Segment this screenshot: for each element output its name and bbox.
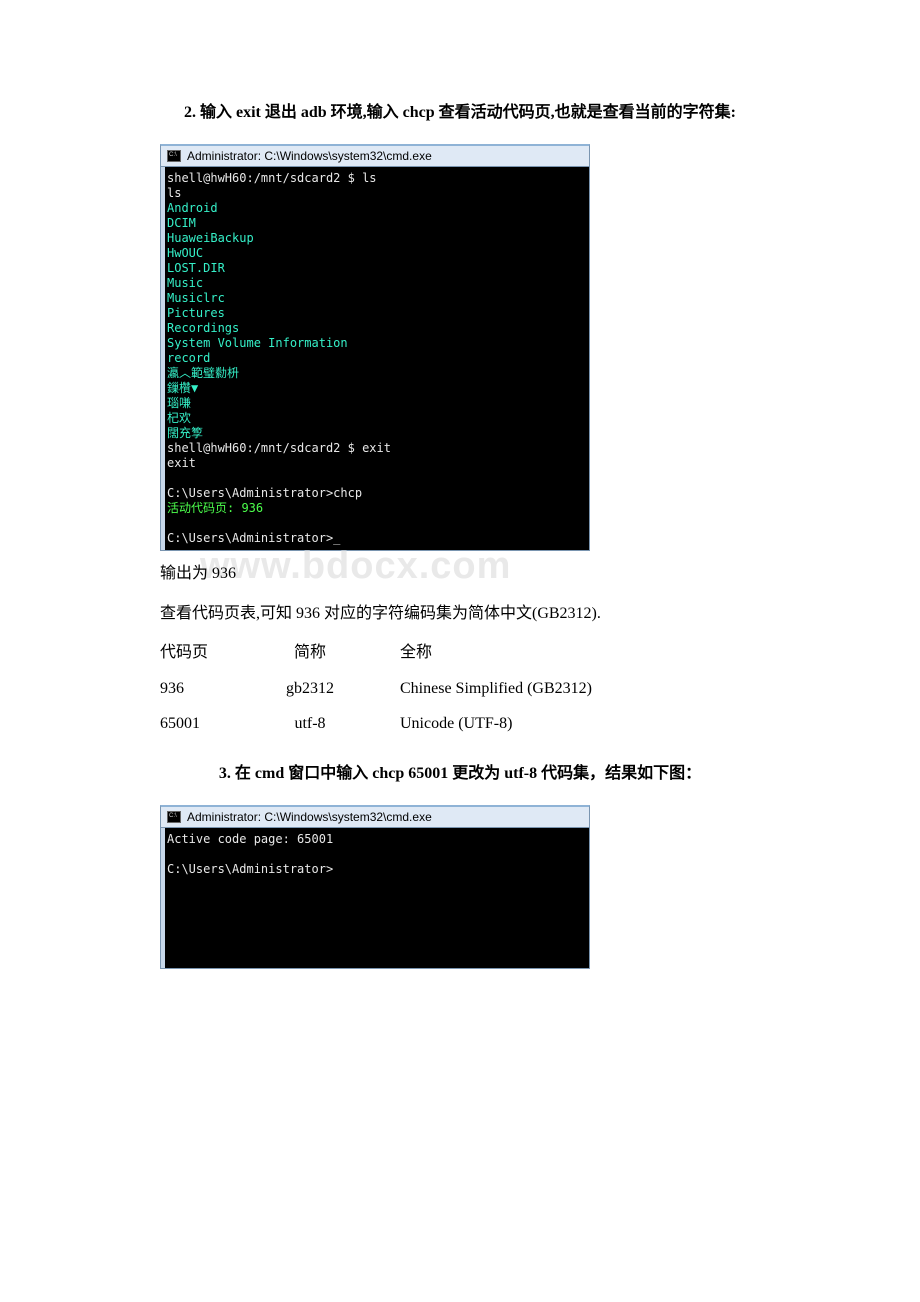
cmd-titlebar-1: Administrator: C:\Windows\system32\cmd.e… bbox=[161, 146, 589, 167]
terminal-line: shell@hwH60:/mnt/sdcard2 $ exit bbox=[167, 441, 585, 456]
terminal-line: 瀛︿範璧勬枡 bbox=[167, 366, 585, 381]
cmd-title-text-1: Administrator: C:\Windows\system32\cmd.e… bbox=[187, 149, 432, 163]
terminal-line: HwOUC bbox=[167, 246, 585, 261]
output-936-line: 输出为 936 bbox=[160, 559, 760, 589]
th-code: 代码页 bbox=[160, 635, 250, 670]
terminal-line: Android bbox=[167, 201, 585, 216]
cmd-body-1: shell@hwH60:/mnt/sdcard2 $ lslsAndroidDC… bbox=[161, 167, 589, 550]
cmd-icon bbox=[167, 811, 181, 823]
terminal-line: System Volume Information bbox=[167, 336, 585, 351]
explain-line: 查看代码页表,可知 936 对应的字符编码集为简体中文(GB2312). bbox=[160, 599, 760, 629]
codepage-table: 代码页 简称 全称 936 gb2312 Chinese Simplified … bbox=[160, 635, 760, 741]
terminal-line bbox=[167, 516, 585, 531]
terminal-line: 杞欢 bbox=[167, 411, 585, 426]
terminal-line: C:\Users\Administrator>_ bbox=[167, 531, 585, 546]
terminal-line: exit bbox=[167, 456, 585, 471]
terminal-line: DCIM bbox=[167, 216, 585, 231]
terminal-line: 鏁欑▼ bbox=[167, 381, 585, 396]
terminal-line: Active code page: 65001 bbox=[167, 832, 585, 847]
terminal-line: 瑙嗛 bbox=[167, 396, 585, 411]
terminal-line: C:\Users\Administrator>chcp bbox=[167, 486, 585, 501]
terminal-line: record bbox=[167, 351, 585, 366]
th-short: 简称 bbox=[250, 635, 370, 670]
table-row: 65001 utf-8 Unicode (UTF-8) bbox=[160, 706, 760, 741]
td-short: utf-8 bbox=[250, 706, 370, 741]
cmd-body-2: Active code page: 65001 C:\Users\Adminis… bbox=[161, 828, 589, 968]
terminal-line: 活动代码页: 936 bbox=[167, 501, 585, 516]
terminal-line: LOST.DIR bbox=[167, 261, 585, 276]
td-full: Unicode (UTF-8) bbox=[370, 706, 760, 741]
td-code: 936 bbox=[160, 671, 250, 706]
section-3-heading: 3. 在 cmd 窗口中输入 chcp 65001 更改为 utf-8 代码集，… bbox=[160, 761, 760, 787]
terminal-line: ls bbox=[167, 186, 585, 201]
terminal-line: HuaweiBackup bbox=[167, 231, 585, 246]
th-full: 全称 bbox=[370, 635, 760, 670]
terminal-line: Music bbox=[167, 276, 585, 291]
terminal-line: 闊充箰 bbox=[167, 426, 585, 441]
watermark-wrap: www.bdocx.com 输出为 936 bbox=[160, 559, 760, 589]
terminal-line: Recordings bbox=[167, 321, 585, 336]
cmd-window-2: Administrator: C:\Windows\system32\cmd.e… bbox=[160, 805, 590, 969]
cmd-title-text-2: Administrator: C:\Windows\system32\cmd.e… bbox=[187, 810, 432, 824]
terminal-line bbox=[167, 847, 585, 862]
td-full: Chinese Simplified (GB2312) bbox=[370, 671, 760, 706]
section-2-heading: 2. 输入 exit 退出 adb 环境,输入 chcp 查看活动代码页,也就是… bbox=[160, 100, 760, 126]
cmd-window-1: Administrator: C:\Windows\system32\cmd.e… bbox=[160, 144, 590, 551]
cmd-titlebar-2: Administrator: C:\Windows\system32\cmd.e… bbox=[161, 807, 589, 828]
table-row: 936 gb2312 Chinese Simplified (GB2312) bbox=[160, 671, 760, 706]
cmd-icon bbox=[167, 150, 181, 162]
table-header-row: 代码页 简称 全称 bbox=[160, 635, 760, 670]
terminal-line: shell@hwH60:/mnt/sdcard2 $ ls bbox=[167, 171, 585, 186]
td-code: 65001 bbox=[160, 706, 250, 741]
td-short: gb2312 bbox=[250, 671, 370, 706]
terminal-line: Pictures bbox=[167, 306, 585, 321]
terminal-line: C:\Users\Administrator> bbox=[167, 862, 585, 877]
terminal-line: Musiclrc bbox=[167, 291, 585, 306]
terminal-line bbox=[167, 471, 585, 486]
